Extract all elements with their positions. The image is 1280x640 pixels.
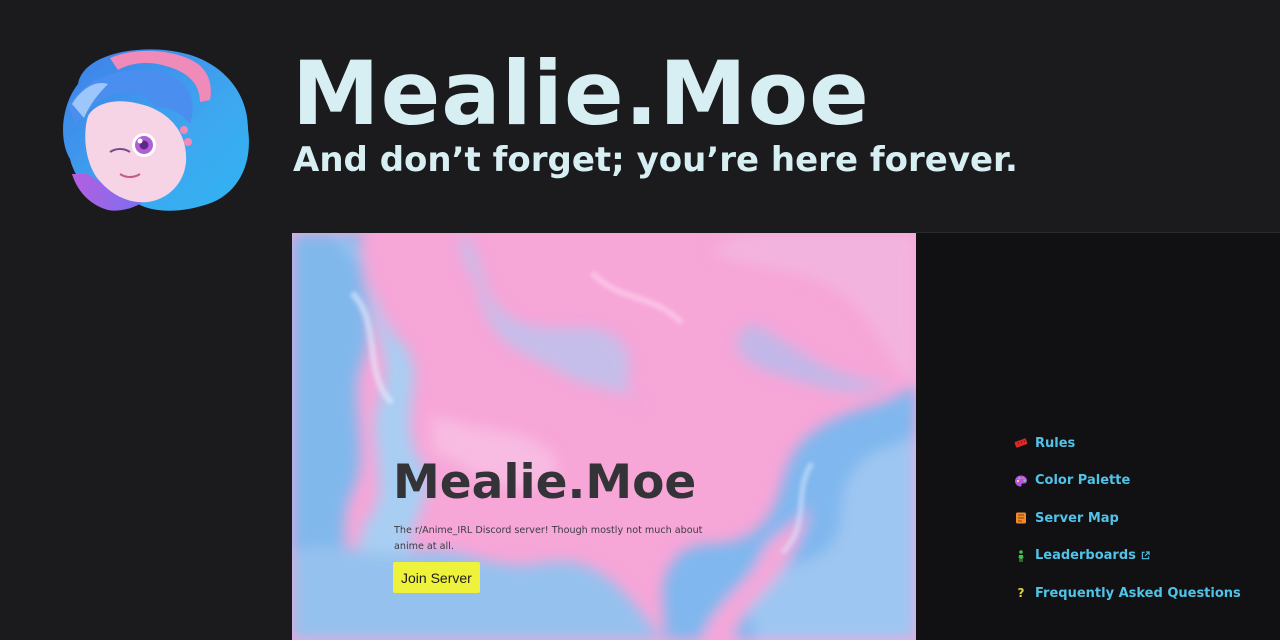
join-server-button[interactable]: Join Server [393,562,480,593]
marble-background [292,233,916,640]
side-panel: Rules Color Palette Server Map Leaderboa… [916,232,1280,640]
nav-item-leaderboards[interactable]: Leaderboards [1014,546,1241,566]
site-tagline: And don’t forget; you’re here forever. [293,140,1018,180]
site-title: Mealie.Moe [292,42,870,145]
nav-label: Server Map [1035,510,1119,526]
nav-list: Rules Color Palette Server Map Leaderboa… [1014,433,1241,621]
nav-item-server-map[interactable]: Server Map [1014,508,1241,528]
question-icon: ? [1017,586,1025,600]
map-icon [1014,511,1028,525]
palette-icon [1014,474,1028,488]
person-icon [1014,549,1028,563]
nav-label: Leaderboards [1035,548,1136,563]
nav-item-faq[interactable]: ? Frequently Asked Questions [1014,583,1241,603]
nav-label: Color Palette [1035,473,1131,488]
hero-description: The r/Anime_IRL Discord server! Though m… [394,525,703,552]
hero-banner: Mealie.Moe The r/Anime_IRL Discord serve… [292,233,916,640]
page: Mealie.Moe And don’t forget; you’re here… [0,0,1280,640]
hero-title: Mealie.Moe [393,455,697,510]
nav-item-rules[interactable]: Rules [1014,433,1241,453]
nav-item-color-palette[interactable]: Color Palette [1014,471,1241,491]
external-link-icon [1141,551,1150,560]
mascot-avatar-icon [63,49,249,211]
nav-label: Frequently Asked Questions [1035,585,1241,601]
ruler-icon [1014,436,1028,450]
nav-label: Rules [1035,435,1076,451]
